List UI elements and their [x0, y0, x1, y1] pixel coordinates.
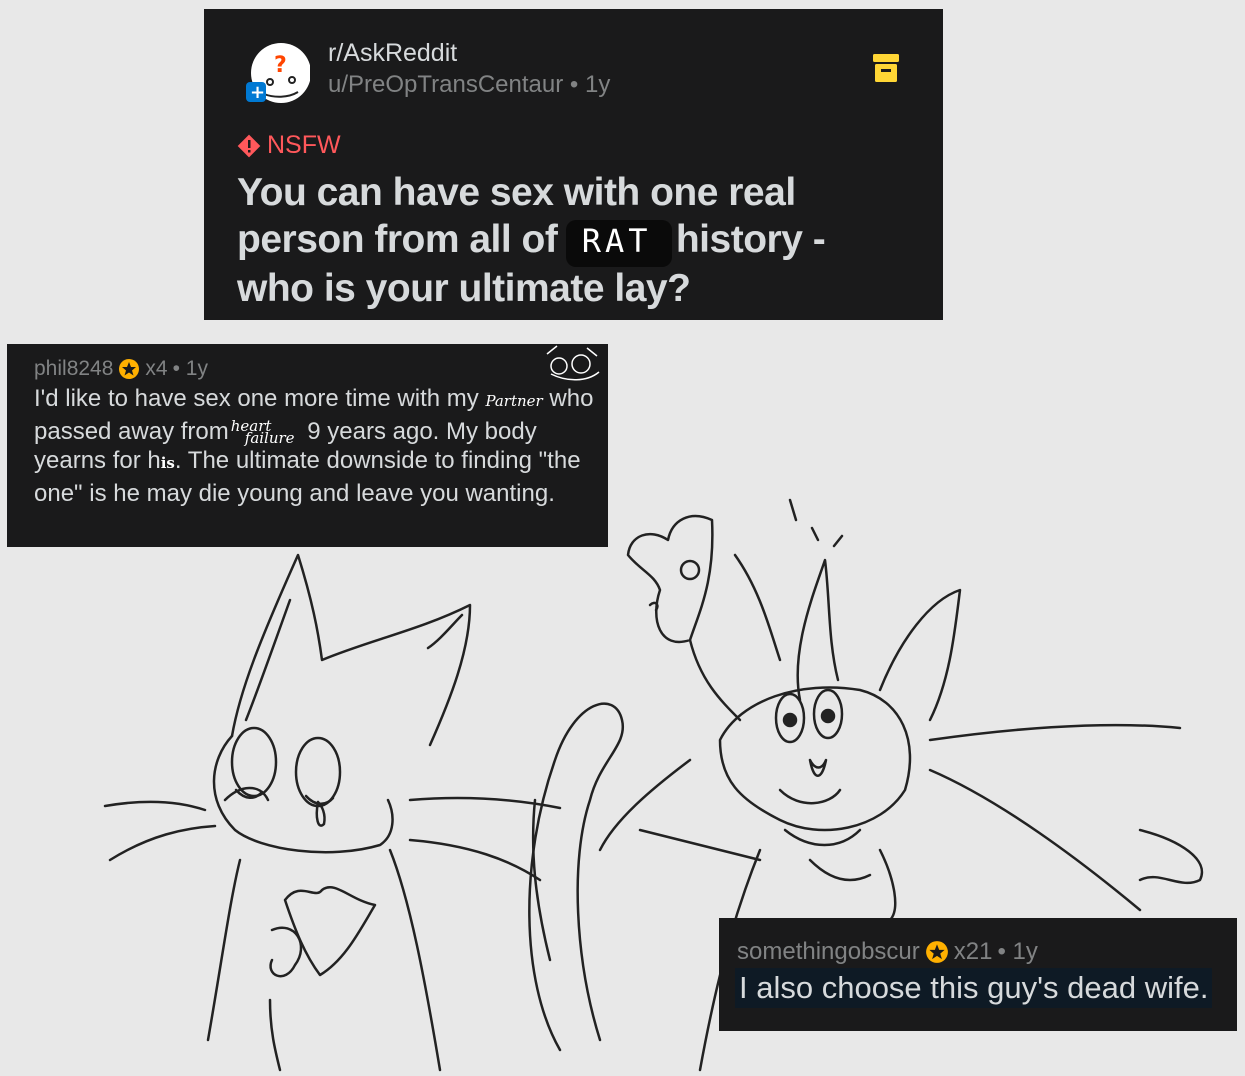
- handwritten-heart-failure: heart failure: [231, 419, 295, 448]
- comment-text-1: I'd like to have sex one more time with …: [34, 385, 479, 412]
- scribbled-word: RAT: [565, 216, 672, 267]
- nsfw-tag: NSFW: [237, 131, 341, 160]
- svg-text:+: +: [250, 82, 265, 103]
- handwritten-rat: RAT: [581, 222, 652, 260]
- comment-meta: somethingobscur x21 • 1y: [737, 938, 1038, 966]
- comment-body: I also choose this guy's dead wife.: [735, 968, 1213, 1008]
- meta-separator: •: [569, 71, 579, 98]
- post-meta: u/PreOpTransCentaur • 1y: [328, 71, 610, 99]
- svg-text:?: ?: [274, 53, 287, 78]
- award-star-icon: [925, 941, 948, 963]
- nsfw-warning-icon: [237, 134, 261, 157]
- cat-tail-drawing: [528, 702, 625, 1052]
- comment-age: • 1y: [997, 938, 1038, 965]
- comment-meta: phil8248 x4 • 1y: [34, 357, 208, 381]
- post-title[interactable]: You can have sex with one real person fr…: [237, 169, 897, 312]
- handwritten-partner: Partner: [485, 392, 543, 410]
- subreddit-avatar-icon[interactable]: ? +: [244, 42, 310, 108]
- comment-age: • 1y: [172, 357, 208, 380]
- post-age: 1y: [584, 71, 611, 98]
- post-card[interactable]: ? + r/AskReddit u/PreOpTransCentaur • 1y…: [204, 9, 943, 320]
- award-star-icon: [119, 359, 140, 379]
- comment-somethingobscur: somethingobscur x21 • 1y I also choose t…: [719, 918, 1237, 1031]
- award-count: x4: [145, 357, 168, 380]
- handwritten-his: is: [160, 454, 175, 472]
- comment-body: I'd like to have sex one more time with …: [34, 384, 599, 508]
- comment-phil8248: phil8248 x4 • 1y I'd like to have sex on…: [7, 344, 608, 547]
- doodle-face-icon: [546, 345, 600, 381]
- subreddit-name[interactable]: r/AskReddit: [328, 39, 457, 68]
- comment-author[interactable]: somethingobscur: [737, 938, 920, 966]
- comment-text-5: he may die young and leave you wanting.: [113, 479, 555, 507]
- handwritten-failure: failure: [244, 429, 295, 448]
- sad-cat-drawing: [103, 553, 562, 1072]
- archive-icon: [873, 54, 899, 82]
- nsfw-label: NSFW: [267, 131, 341, 159]
- comment-author[interactable]: phil8248: [34, 357, 113, 381]
- post-author[interactable]: u/PreOpTransCentaur: [328, 71, 563, 98]
- award-count: x21: [953, 938, 993, 965]
